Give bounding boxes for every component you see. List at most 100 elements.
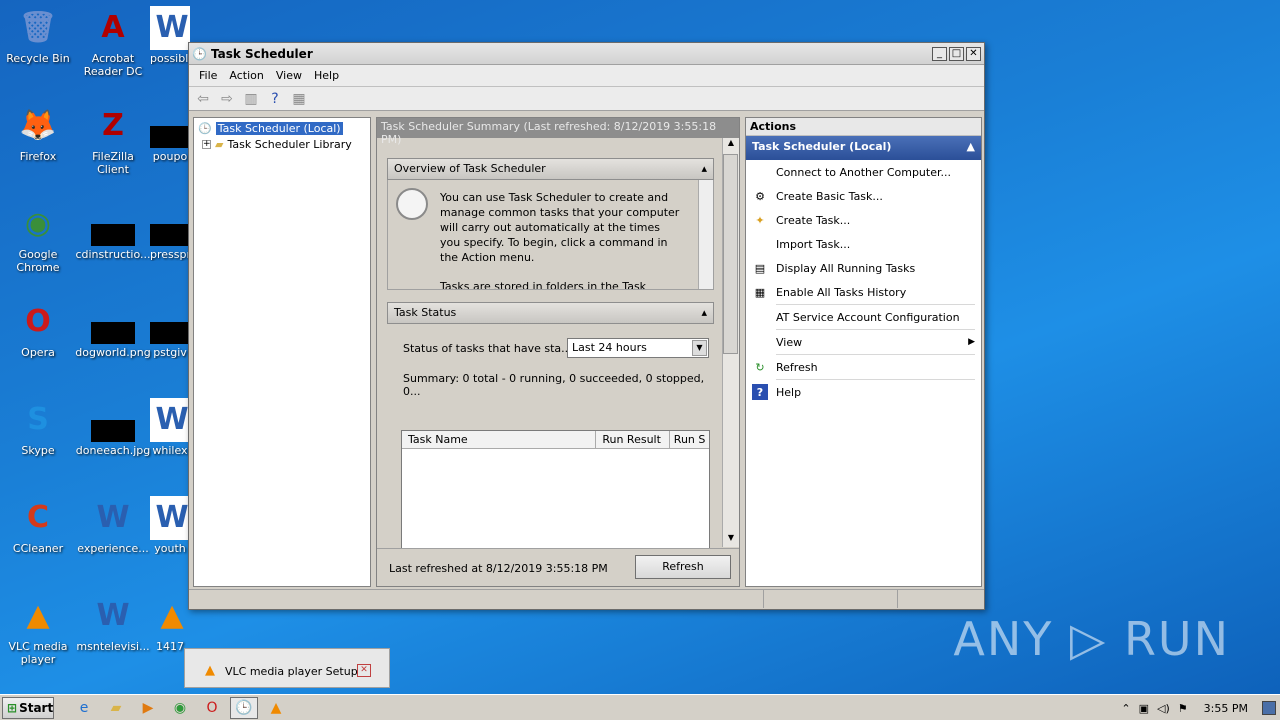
column-run-start[interactable]: Run S	[670, 431, 709, 448]
summary-header: Task Scheduler Summary (Last refreshed: …	[377, 118, 739, 146]
desktop-icon-doneeach-jpg[interactable]: doneeach.jpg	[75, 398, 151, 457]
summary-footer: Last refreshed at 8/12/2019 3:55:18 PM R…	[377, 548, 739, 586]
desktop-icon-possible[interactable]: Wpossible	[150, 6, 190, 65]
navigation-tree: 🕒 Task Scheduler (Local) + ▰ Task Schedu…	[193, 117, 371, 587]
network-icon[interactable]: ▣	[1139, 702, 1149, 715]
clock-time[interactable]: 3:55 PM	[1204, 702, 1248, 715]
action-enable-all-tasks-history[interactable]: ▦ Enable All Tasks History	[746, 280, 981, 304]
task-scheduler-taskbar-icon[interactable]: 🕒	[230, 696, 258, 719]
forward-arrow-icon[interactable]: ⇨	[217, 90, 237, 108]
minimize-button[interactable]: _	[932, 46, 947, 61]
show-desktop-button[interactable]	[1262, 701, 1276, 715]
flag-icon[interactable]: ⚑	[1178, 702, 1188, 715]
show-hidden-icons-icon[interactable]: ⌃	[1121, 702, 1130, 715]
desktop-icon-image: W	[150, 6, 190, 50]
desktop-icon-image: W	[150, 496, 190, 540]
desktop-icon-filezilla-client[interactable]: Z FileZilla Client	[75, 104, 151, 176]
action-help[interactable]: ? Help	[746, 380, 981, 404]
desktop-icon-skype[interactable]: S Skype	[0, 398, 76, 457]
desktop-icon-label: CCleaner	[12, 542, 64, 555]
task-status-header[interactable]: Task Status ▴	[387, 302, 714, 324]
vlc-taskbar-icon[interactable]: ▲	[262, 697, 290, 719]
summary-scrollbar[interactable]: ▲ ▼	[722, 138, 739, 547]
menu-view[interactable]: View	[270, 69, 308, 82]
task-status-section: Task Status ▴ Status of tasks that have …	[387, 302, 714, 552]
desktop-icon-label: poupo	[152, 150, 188, 163]
internet-explorer-icon[interactable]: e	[70, 697, 98, 719]
desktop-icon-opera[interactable]: O Opera	[0, 300, 76, 359]
vlc-setup-popup[interactable]: ▲ VLC media player Setup ✕	[184, 648, 390, 688]
action-create-task[interactable]: ✦ Create Task...	[746, 208, 981, 232]
action-label: Connect to Another Computer...	[776, 165, 951, 179]
media-player-icon[interactable]: ▶	[134, 697, 162, 719]
desktop-icon-recycle-bin[interactable]: 🗑 Recycle Bin	[0, 6, 76, 65]
action-create-basic-task[interactable]: ⚙ Create Basic Task...	[746, 184, 981, 208]
overview-body: You can use Task Scheduler to create and…	[387, 180, 714, 290]
desktop-icon-firefox[interactable]: 🦊 Firefox	[0, 104, 76, 163]
desktop-icon-1417[interactable]: ▲ 1417	[150, 594, 190, 653]
tree-item-root[interactable]: 🕒 Task Scheduler (Local)	[194, 120, 370, 136]
opera-icon[interactable]: O	[198, 697, 226, 719]
desktop-icon-dogworld-png[interactable]: dogworld.png	[75, 300, 151, 359]
collapse-icon[interactable]: ▲	[967, 140, 975, 156]
title-bar[interactable]: 🕒 Task Scheduler _ □ ✕	[189, 43, 984, 65]
desktop-icon-label: VLC media player	[8, 640, 68, 666]
volume-icon[interactable]: ◁)	[1157, 702, 1170, 715]
file-explorer-icon[interactable]: ▰	[102, 697, 130, 719]
menu-file[interactable]: File	[193, 69, 223, 82]
action-display-all-running-tasks[interactable]: ▤ Display All Running Tasks	[746, 256, 981, 280]
anyrun-watermark: ANY ▷ RUN	[953, 612, 1230, 666]
action-import-task[interactable]: Import Task...	[746, 232, 981, 256]
close-icon[interactable]: ✕	[357, 664, 371, 677]
desktop-icon-google-chrome[interactable]: ◉ Google Chrome	[0, 202, 76, 274]
actions-title: Actions	[746, 118, 981, 136]
desktop-icon-pstgiv[interactable]: pstgiv	[150, 300, 190, 359]
menu-help[interactable]: Help	[308, 69, 345, 82]
back-arrow-icon[interactable]: ⇦	[193, 90, 213, 108]
desktop-icon-msntelevisi[interactable]: Wmsntelevisi...	[75, 594, 151, 653]
column-run-result[interactable]: Run Result	[596, 431, 670, 448]
action-view[interactable]: View ▶	[746, 330, 981, 354]
desktop-icon-cdinstructio[interactable]: cdinstructio...	[75, 202, 151, 261]
desktop-icon-label: possible	[150, 52, 190, 65]
close-button[interactable]: ✕	[966, 46, 981, 61]
tree-item-library[interactable]: + ▰ Task Scheduler Library	[194, 136, 370, 152]
column-task-name[interactable]: Task Name	[402, 431, 597, 448]
action-label: AT Service Account Configuration	[776, 310, 960, 324]
desktop-icon-whilex[interactable]: Wwhilex	[150, 398, 190, 457]
show-hide-action-pane-icon[interactable]: ▦	[289, 90, 309, 108]
desktop-icon-youth[interactable]: Wyouth	[150, 496, 190, 555]
refresh-button[interactable]: Refresh	[635, 555, 731, 579]
maximize-button[interactable]: □	[949, 46, 964, 61]
action-refresh[interactable]: ↻ Refresh	[746, 355, 981, 379]
actions-group-header[interactable]: Task Scheduler (Local) ▲	[746, 136, 981, 160]
status-label: Status of tasks that have sta...	[403, 342, 572, 355]
show-hide-tree-icon[interactable]: ▥	[241, 90, 261, 108]
desktop-icon-vlc-media-player[interactable]: ▲ VLC media player	[0, 594, 76, 666]
desktop-icon-image: C	[26, 500, 50, 535]
help-icon[interactable]: ?	[265, 90, 285, 108]
desktop-icon-presspr[interactable]: presspr	[150, 202, 190, 261]
overview-section-header[interactable]: Overview of Task Scheduler ▴	[387, 158, 714, 180]
folder-icon: ▰	[215, 137, 224, 151]
desktop-icon-label: whilex	[152, 444, 188, 457]
overview-scrollbar[interactable]	[698, 180, 713, 289]
desktop-icon-image	[91, 322, 135, 344]
desktop-icon-acrobat-reader-dc[interactable]: A Acrobat Reader DC	[75, 6, 151, 78]
desktop-icon-experience[interactable]: Wexperience...	[75, 496, 151, 555]
desktop-icon-image	[150, 126, 190, 148]
menu-action[interactable]: Action	[223, 69, 269, 82]
desktop-icon-poupo[interactable]: poupo	[150, 104, 190, 163]
action-connect-to-another-computer[interactable]: Connect to Another Computer...	[746, 160, 981, 184]
status-period-select[interactable]: Last 24 hours ▼	[567, 338, 709, 358]
help-icon: ?	[752, 384, 768, 400]
chevron-down-icon[interactable]: ▼	[692, 340, 707, 356]
collapse-icon[interactable]: ▴	[701, 306, 707, 320]
action-at-service-account-configuration[interactable]: AT Service Account Configuration	[746, 305, 981, 329]
taskbar: ⊞ Start e ▰ ▶ ◉ O 🕒 ▲ ⌃ ▣ ◁) ⚑ 3:55 PM	[0, 694, 1280, 720]
start-button[interactable]: ⊞ Start	[2, 696, 54, 719]
expand-icon[interactable]: +	[202, 139, 211, 149]
chrome-icon[interactable]: ◉	[166, 697, 194, 719]
collapse-icon[interactable]: ▴	[701, 162, 707, 176]
desktop-icon-ccleaner[interactable]: C CCleaner	[0, 496, 76, 555]
